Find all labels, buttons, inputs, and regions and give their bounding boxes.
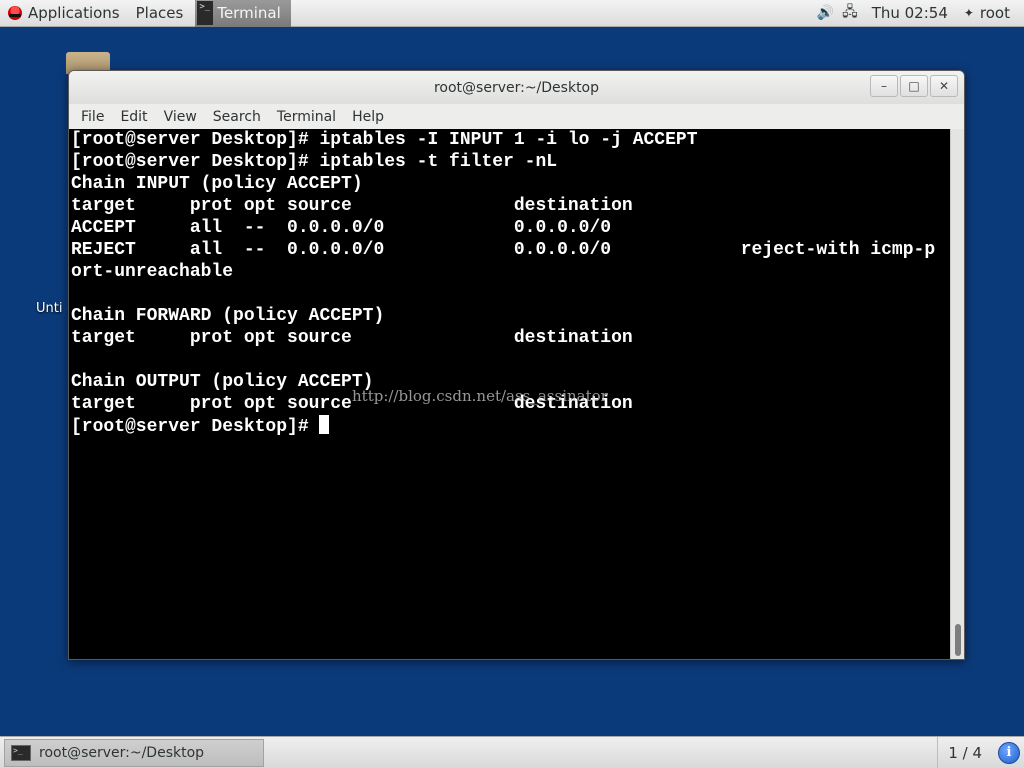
watermark-text: http://blog.csdn.net/ass_assinator bbox=[352, 387, 608, 405]
menu-view[interactable]: View bbox=[156, 109, 205, 125]
menu-search[interactable]: Search bbox=[205, 109, 269, 125]
workspace-pager: 1 / 4 i bbox=[937, 736, 1024, 768]
redhat-logo-icon bbox=[8, 6, 22, 20]
terminal-line: Chain FORWARD (policy ACCEPT) bbox=[71, 306, 385, 326]
minimize-button[interactable]: – bbox=[870, 75, 898, 97]
terminal-line: ACCEPT all -- 0.0.0.0/0 0.0.0.0/0 bbox=[71, 218, 730, 238]
network-icon[interactable]: 🖧 bbox=[842, 1, 858, 25]
speaker-icon[interactable]: 🔊 bbox=[817, 5, 834, 21]
terminal-line: [root@server Desktop]# iptables -I INPUT… bbox=[71, 130, 698, 150]
applications-label: Applications bbox=[28, 4, 120, 22]
places-label: Places bbox=[135, 4, 184, 22]
terminal-line: target prot opt source destination bbox=[71, 196, 730, 216]
clock[interactable]: Thu 02:54 bbox=[864, 4, 964, 22]
terminal-line: Chain INPUT (policy ACCEPT) bbox=[71, 174, 363, 194]
desktop-icon-label[interactable]: Unti bbox=[36, 301, 62, 316]
terminal-scrollbar[interactable] bbox=[950, 129, 964, 659]
terminal-line: [root@server Desktop]# iptables -t filte… bbox=[71, 152, 558, 172]
top-panel: Applications Places >_ Terminal 🔊 🖧 Thu … bbox=[0, 0, 1024, 27]
terminal-output[interactable]: [root@server Desktop]# iptables -I INPUT… bbox=[69, 129, 951, 659]
system-tray: 🔊 🖧 Thu 02:54 ✦ root bbox=[811, 0, 1024, 27]
terminal-line: REJECT all -- 0.0.0.0/0 0.0.0.0/0 reject… bbox=[71, 240, 936, 260]
places-menu[interactable]: Places bbox=[128, 0, 192, 27]
terminal-line: ort-unreachable bbox=[71, 262, 234, 282]
terminal-window: root@server:~/Desktop – □ ✕ File Edit Vi… bbox=[68, 70, 965, 660]
panel-task-label: Terminal bbox=[217, 4, 281, 22]
window-controls: – □ ✕ bbox=[870, 75, 958, 97]
workspace-indicator[interactable]: 1 / 4 bbox=[937, 736, 992, 768]
applications-menu[interactable]: Applications bbox=[0, 0, 128, 27]
menu-terminal[interactable]: Terminal bbox=[269, 109, 344, 125]
terminal-prompt-line[interactable]: [root@server Desktop]# bbox=[71, 415, 951, 437]
user-icon: ✦ bbox=[963, 6, 974, 20]
panel-terminal-task[interactable]: >_ Terminal bbox=[195, 0, 291, 27]
terminal-line: target prot opt source destination bbox=[71, 328, 730, 348]
menu-edit[interactable]: Edit bbox=[112, 109, 155, 125]
terminal-icon: >_ bbox=[197, 1, 214, 25]
maximize-button[interactable]: □ bbox=[900, 75, 928, 97]
terminal-prompt: [root@server Desktop]# bbox=[71, 417, 320, 437]
user-name: root bbox=[979, 4, 1010, 22]
taskbar-item-label: root@server:~/Desktop bbox=[39, 744, 205, 761]
scrollbar-thumb[interactable] bbox=[955, 624, 961, 656]
bottom-panel: >_ root@server:~/Desktop 1 / 4 i bbox=[0, 736, 1024, 768]
menu-help[interactable]: Help bbox=[344, 109, 392, 125]
window-titlebar[interactable]: root@server:~/Desktop – □ ✕ bbox=[69, 71, 964, 104]
status-icons[interactable]: 🔊 🖧 bbox=[811, 1, 864, 25]
close-button[interactable]: ✕ bbox=[930, 75, 958, 97]
menubar: File Edit View Search Terminal Help bbox=[69, 104, 964, 129]
window-title: root@server:~/Desktop bbox=[433, 79, 600, 96]
terminal-icon: >_ bbox=[11, 744, 31, 761]
menu-file[interactable]: File bbox=[73, 109, 112, 125]
taskbar-terminal-item[interactable]: >_ root@server:~/Desktop bbox=[4, 738, 264, 767]
terminal-cursor bbox=[319, 415, 330, 434]
user-menu[interactable]: ✦ root bbox=[964, 4, 1024, 22]
info-icon[interactable]: i bbox=[998, 741, 1020, 764]
